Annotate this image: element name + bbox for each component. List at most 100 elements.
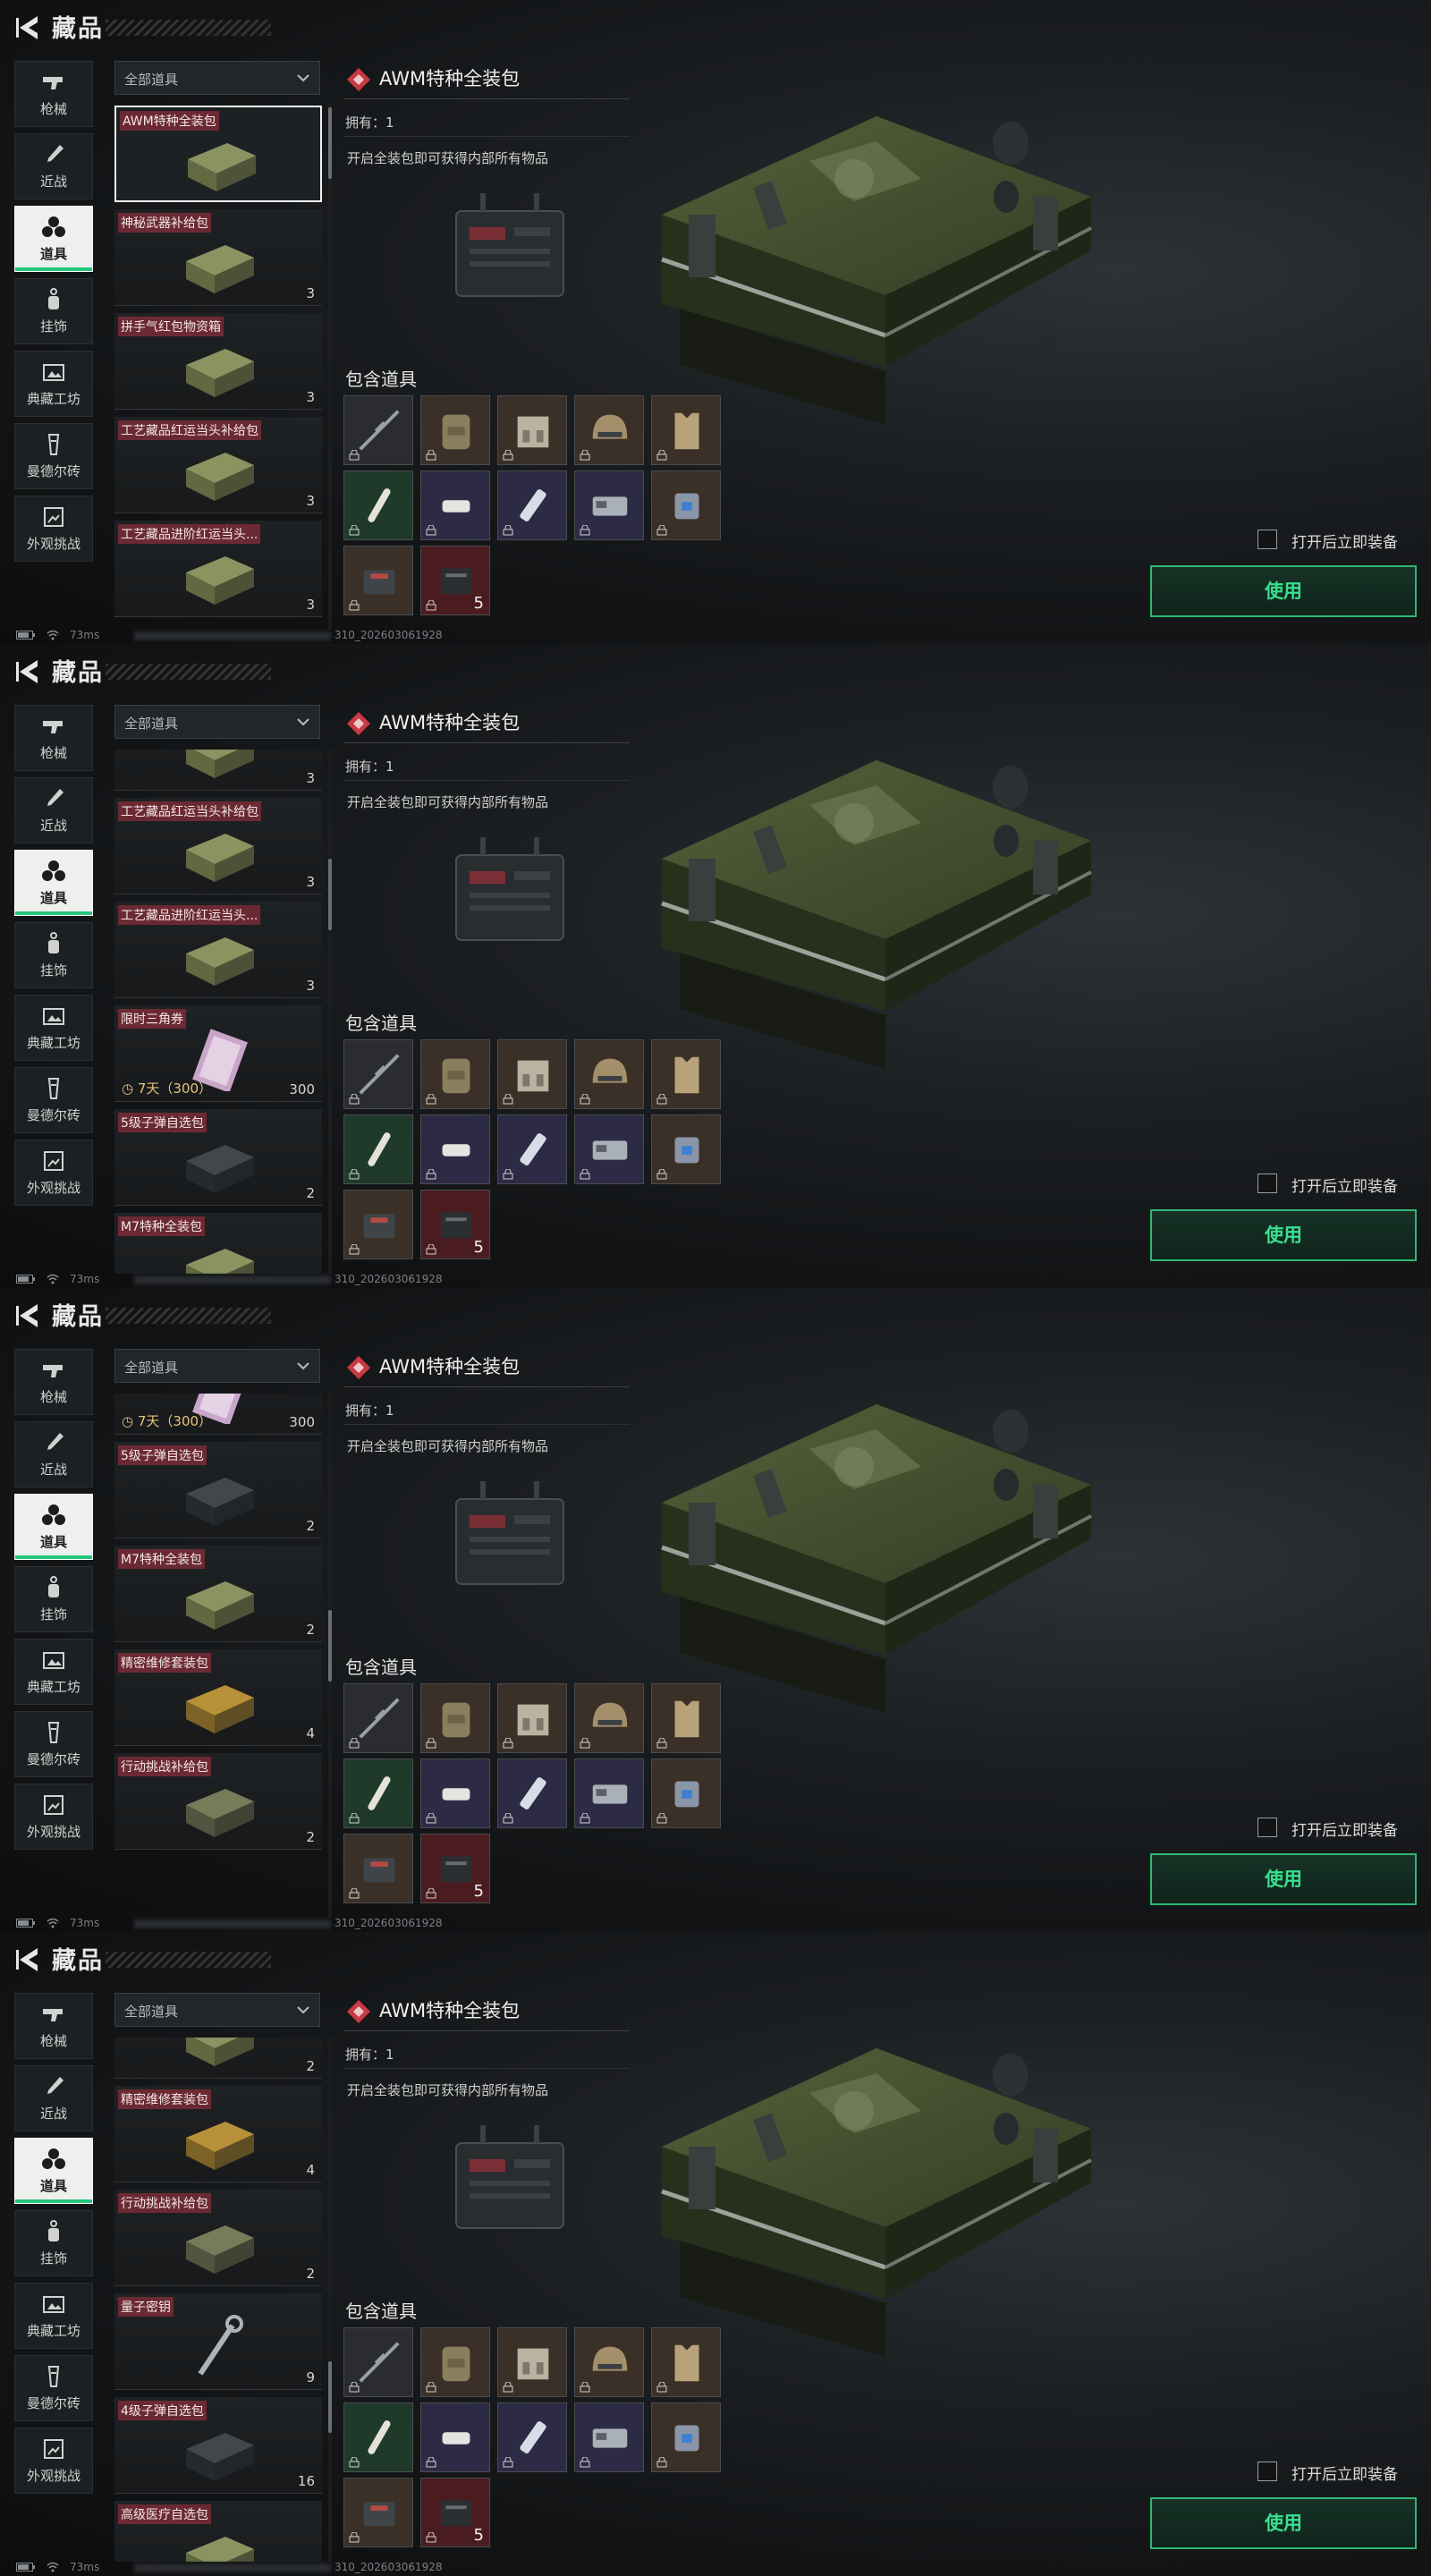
content-item[interactable] [343,546,413,615]
scroll-thumb[interactable] [328,859,332,930]
content-item[interactable] [651,2327,721,2397]
content-item[interactable] [343,1834,413,1903]
sidebar-item-charm[interactable]: 挂饰 [14,922,93,988]
list-scrollbar[interactable] [328,1394,332,1918]
sidebar-item-mandel-brick[interactable]: 曼德尔砖 [14,1711,93,1777]
list-scrollbar[interactable] [328,750,332,1274]
content-item[interactable] [497,1758,567,1828]
content-item[interactable] [497,2327,567,2397]
content-item[interactable] [497,1039,567,1109]
sidebar-item-appearance-challenge[interactable]: 外观挑战 [14,496,93,562]
use-button[interactable]: 使用 [1150,1209,1417,1261]
list-item[interactable]: AWM特种全装包 [114,106,322,202]
content-item[interactable] [651,2402,721,2472]
content-item[interactable] [343,2478,413,2547]
list-item[interactable]: 工艺藏品进阶红运当头... 3 [114,902,322,998]
sidebar-item-mandel-brick[interactable]: 曼德尔砖 [14,1067,93,1133]
content-item[interactable] [420,2327,490,2397]
back-arrow-icon[interactable] [14,13,41,43]
back-arrow-icon[interactable] [14,1945,41,1975]
item-filter-dropdown[interactable]: 全部道具 [114,1349,320,1383]
sidebar-item-knife[interactable]: 近战 [14,133,93,199]
content-item[interactable] [651,1039,721,1109]
item-filter-dropdown[interactable]: 全部道具 [114,61,320,95]
content-item[interactable] [574,1039,644,1109]
sidebar-item-gun[interactable]: 枪械 [14,705,93,771]
auto-equip-checkbox[interactable] [1257,530,1277,549]
item-filter-dropdown[interactable]: 全部道具 [114,1993,320,2027]
content-item[interactable] [497,395,567,465]
item-filter-dropdown[interactable]: 全部道具 [114,705,320,739]
list-item[interactable]: M7特种全装包 2 [114,1546,322,1642]
content-item[interactable] [497,1114,567,1184]
use-button[interactable]: 使用 [1150,565,1417,617]
list-item[interactable]: 精密维修套装包 4 [114,1649,322,1746]
sidebar-item-mandel-brick[interactable]: 曼德尔砖 [14,2355,93,2421]
content-item[interactable] [574,1758,644,1828]
content-item[interactable] [574,2402,644,2472]
sidebar-item-workshop[interactable]: 典藏工坊 [14,351,93,417]
content-item[interactable] [497,1683,567,1753]
list-item[interactable]: 工艺藏品红运当头补给包 3 [114,798,322,894]
content-item[interactable]: 5 [420,2478,490,2547]
list-item[interactable]: 5级子弹自选包 2 [114,1109,322,1206]
back-arrow-icon[interactable] [14,657,41,687]
auto-equip-checkbox[interactable] [1257,2462,1277,2481]
content-item[interactable] [343,1190,413,1259]
list-item[interactable]: 拼手气红包物资箱 3 [114,313,322,410]
content-item[interactable] [574,1114,644,1184]
list-item[interactable]: 工艺藏品红运当头补给包 3 [114,417,322,513]
list-item[interactable]: 工艺藏品进阶红运当头... 3 [114,521,322,617]
content-item[interactable] [420,1039,490,1109]
list-item[interactable]: 2 [114,2038,322,2079]
list-item[interactable]: 行动挑战补给包 2 [114,1753,322,1850]
content-item[interactable] [420,1114,490,1184]
content-item[interactable] [420,1758,490,1828]
sidebar-item-mandel-brick[interactable]: 曼德尔砖 [14,423,93,489]
sidebar-item-appearance-challenge[interactable]: 外观挑战 [14,1140,93,1206]
scroll-thumb[interactable] [328,107,332,179]
content-item[interactable] [343,1114,413,1184]
sidebar-item-knife[interactable]: 近战 [14,2065,93,2131]
list-item[interactable]: 限时三角券◷ 7天（300）300 [114,1394,322,1435]
item-list[interactable]: 3 工艺藏品红运当头补给包 3 工艺藏品进阶红运当头... 3 限时三角券 ◷ 7天（300… [114,750,323,1274]
content-item[interactable] [343,2402,413,2472]
list-item[interactable]: 量子密钥 9 [114,2293,322,2390]
content-item[interactable] [651,1758,721,1828]
item-list[interactable]: 2 精密维修套装包 4 行动挑战补给包 2 量子密钥 9 4级子弹自选包 16 高级医疗自选包 [114,2038,323,2562]
content-item[interactable] [343,1683,413,1753]
content-item[interactable] [651,470,721,540]
sidebar-item-workshop[interactable]: 典藏工坊 [14,1639,93,1705]
sidebar-item-charm[interactable]: 挂饰 [14,2210,93,2276]
item-list[interactable]: 限时三角券◷ 7天（300）3005级子弹自选包2M7特种全装包2精密维修套装包… [114,1394,323,1918]
sidebar-item-items[interactable]: 道具 [14,850,93,916]
content-item[interactable] [420,1683,490,1753]
list-scrollbar[interactable] [328,2038,332,2562]
sidebar-item-gun[interactable]: 枪械 [14,1349,93,1415]
list-item[interactable]: 神秘武器补给包 3 [114,209,322,306]
content-item[interactable] [574,2327,644,2397]
sidebar-item-charm[interactable]: 挂饰 [14,278,93,344]
content-item[interactable] [574,1683,644,1753]
sidebar-item-items[interactable]: 道具 [14,2138,93,2204]
content-item[interactable] [651,395,721,465]
sidebar-item-appearance-challenge[interactable]: 外观挑战 [14,2428,93,2494]
content-item[interactable] [343,2327,413,2397]
content-item[interactable] [497,2402,567,2472]
sidebar-item-appearance-challenge[interactable]: 外观挑战 [14,1784,93,1850]
sidebar-item-items[interactable]: 道具 [14,206,93,272]
content-item[interactable] [343,395,413,465]
sidebar-item-items[interactable]: 道具 [14,1494,93,1560]
list-item[interactable]: 精密维修套装包 4 [114,2086,322,2182]
content-item[interactable] [343,1039,413,1109]
back-arrow-icon[interactable] [14,1301,41,1331]
content-item[interactable] [574,395,644,465]
content-item[interactable] [343,1758,413,1828]
sidebar-item-gun[interactable]: 枪械 [14,1993,93,2059]
use-button[interactable]: 使用 [1150,1853,1417,1905]
list-item[interactable]: 4级子弹自选包 16 [114,2397,322,2494]
content-item[interactable]: 5 [420,546,490,615]
content-item[interactable] [651,1683,721,1753]
content-item[interactable] [343,470,413,540]
sidebar-item-workshop[interactable]: 典藏工坊 [14,995,93,1061]
